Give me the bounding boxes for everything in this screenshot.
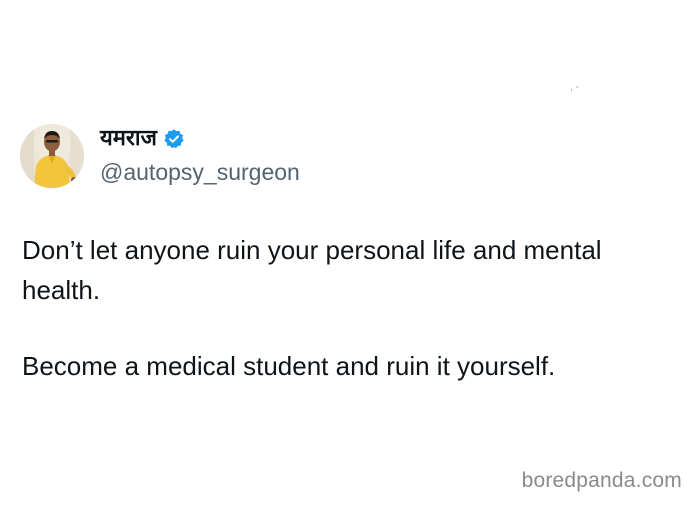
verified-badge-icon[interactable] bbox=[163, 128, 185, 150]
person-avatar-icon bbox=[20, 124, 84, 188]
tweet-card: , - यमराज @autopsy_surgeon Don’t let any… bbox=[0, 0, 700, 505]
tweet-paragraph: Become a medical student and ruin it you… bbox=[22, 351, 556, 381]
author-display-name[interactable]: यमराज bbox=[100, 125, 157, 153]
tweet-body: Don’t let anyone ruin your personal life… bbox=[22, 230, 682, 386]
decorative-mark: , - bbox=[570, 82, 579, 93]
avatar[interactable] bbox=[20, 124, 84, 188]
author-identity: यमराज @autopsy_surgeon bbox=[100, 125, 300, 187]
tweet-header: यमराज @autopsy_surgeon bbox=[20, 120, 300, 192]
name-row: यमराज bbox=[100, 125, 300, 153]
author-handle[interactable]: @autopsy_surgeon bbox=[100, 157, 300, 187]
tweet-paragraph: Don’t let anyone ruin your personal life… bbox=[22, 235, 602, 305]
watermark-text: boredpanda.com bbox=[521, 469, 682, 492]
